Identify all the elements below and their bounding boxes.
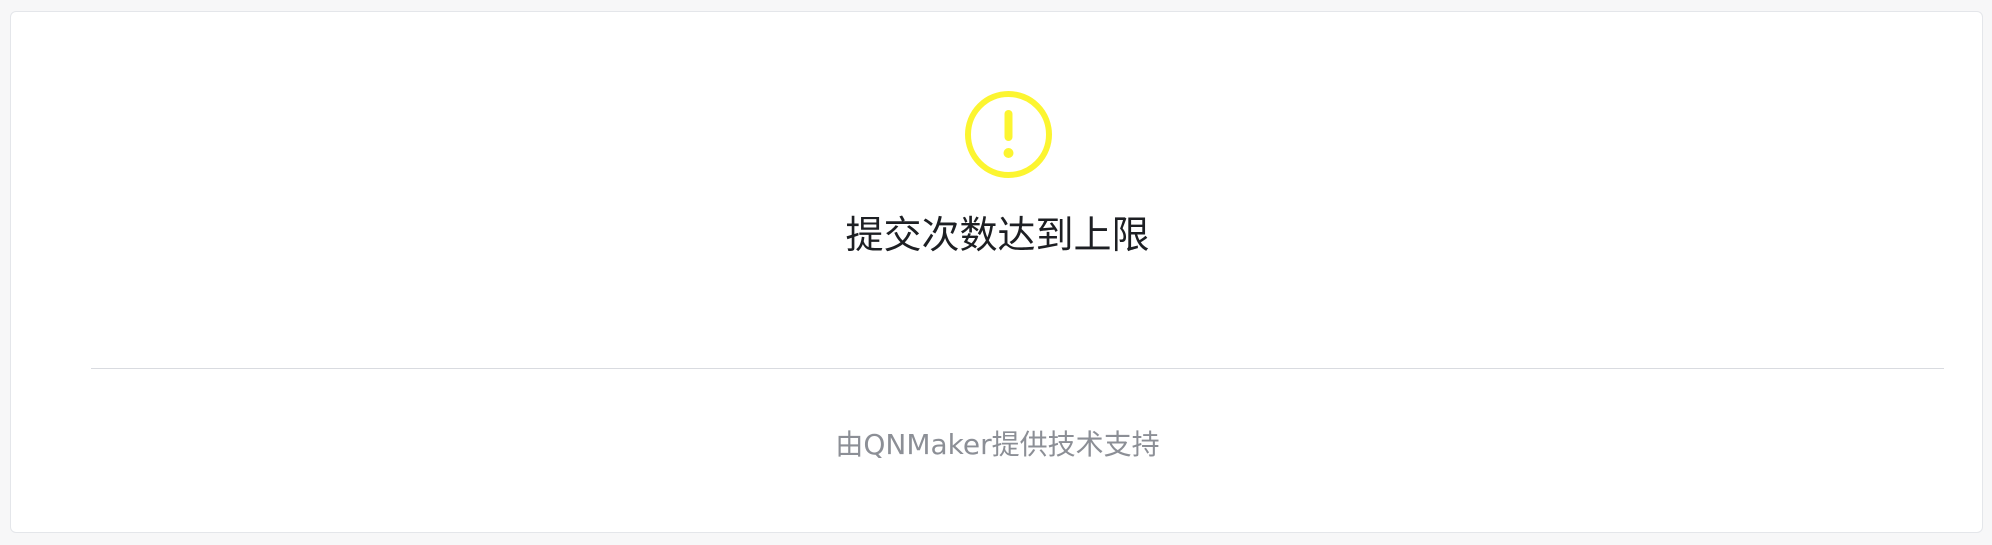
divider <box>91 368 1944 369</box>
warning-icon <box>964 90 1053 179</box>
status-title: 提交次数达到上限 <box>845 213 1150 257</box>
result-card: 提交次数达到上限 由QNMaker提供技术支持 <box>10 11 1983 533</box>
powered-by-text: 由QNMaker提供技术支持 <box>835 428 1160 461</box>
